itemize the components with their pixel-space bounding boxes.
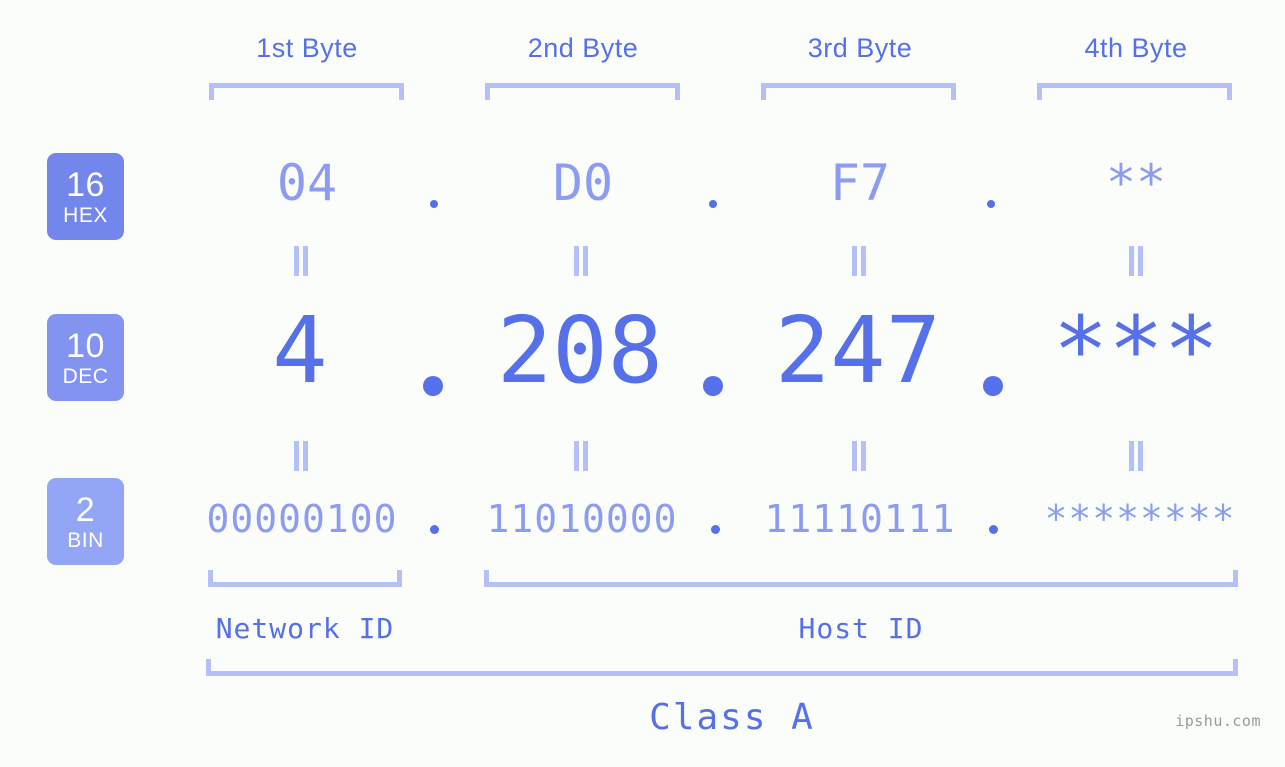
- base-badge-bin-number: 2: [75, 490, 96, 529]
- network-id-label: Network ID: [215, 612, 395, 645]
- byte-header-1: 1st Byte: [256, 33, 358, 63]
- equals-icon-hex-dec-4: [1127, 246, 1145, 276]
- equals-icon-hex-dec-1: [292, 246, 310, 276]
- equals-icon-dec-bin-2: [572, 441, 590, 471]
- bin-octet-2: 11010000: [486, 497, 678, 541]
- dec-separator-dot-2: [703, 376, 723, 396]
- host-id-bracket: [484, 570, 1238, 587]
- class-bracket: [206, 659, 1238, 676]
- bin-separator-dot-1: [430, 525, 439, 534]
- ip-address-breakdown-diagram: 1st Byte 2nd Byte 3rd Byte 4th Byte 16 H…: [0, 0, 1285, 767]
- bin-octet-3: 11110111: [764, 497, 956, 541]
- equals-icon-dec-bin-4: [1127, 441, 1145, 471]
- hex-octet-2: D0: [552, 154, 614, 212]
- byte-bracket-top-1: [209, 83, 404, 100]
- network-id-bracket: [208, 570, 402, 587]
- bin-octet-4: ********: [1044, 497, 1236, 541]
- base-badge-dec-number: 10: [66, 326, 105, 365]
- class-label: Class A: [649, 697, 815, 738]
- dec-octet-3: 247: [774, 297, 942, 404]
- equals-icon-dec-bin-1: [292, 441, 310, 471]
- byte-bracket-top-3: [761, 83, 956, 100]
- hex-separator-dot-2: [709, 200, 717, 208]
- base-badge-dec[interactable]: 10 DEC: [47, 314, 124, 401]
- equals-icon-dec-bin-3: [850, 441, 868, 471]
- base-badge-hex[interactable]: 16 HEX: [47, 153, 124, 240]
- site-watermark: ipshu.com: [1175, 712, 1261, 730]
- base-badge-bin[interactable]: 2 BIN: [47, 478, 124, 565]
- hex-octet-4: **: [1105, 154, 1167, 212]
- bin-separator-dot-3: [989, 525, 998, 534]
- equals-icon-hex-dec-3: [850, 246, 868, 276]
- dec-separator-dot-3: [983, 376, 1003, 396]
- dec-octet-2: 208: [496, 297, 664, 404]
- bin-separator-dot-2: [711, 525, 720, 534]
- byte-bracket-top-2: [485, 83, 680, 100]
- base-badge-hex-number: 16: [66, 165, 105, 204]
- dec-octet-4: ***: [1052, 297, 1220, 404]
- equals-icon-hex-dec-2: [572, 246, 590, 276]
- base-badge-hex-label: HEX: [63, 203, 108, 227]
- bin-octet-1: 00000100: [206, 497, 398, 541]
- hex-octet-1: 04: [276, 154, 338, 212]
- base-badge-dec-label: DEC: [62, 364, 109, 388]
- hex-octet-3: F7: [829, 154, 891, 212]
- dec-separator-dot-1: [423, 376, 443, 396]
- hex-separator-dot-3: [987, 200, 995, 208]
- base-badge-bin-label: BIN: [67, 528, 104, 552]
- byte-header-2: 2nd Byte: [527, 33, 639, 63]
- byte-bracket-top-4: [1037, 83, 1232, 100]
- host-id-label: Host ID: [798, 612, 924, 645]
- dec-octet-1: 4: [272, 297, 328, 404]
- hex-separator-dot-1: [430, 200, 438, 208]
- byte-header-3: 3rd Byte: [807, 33, 913, 63]
- byte-header-4: 4th Byte: [1084, 33, 1188, 63]
